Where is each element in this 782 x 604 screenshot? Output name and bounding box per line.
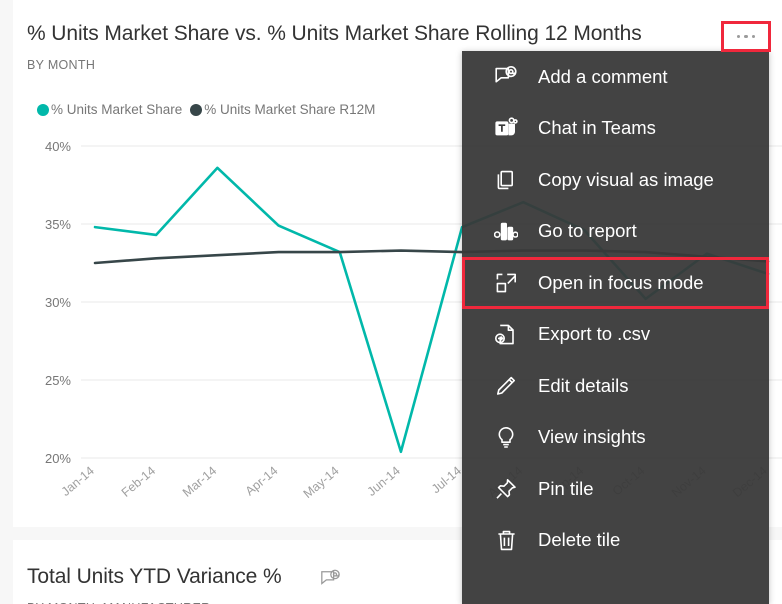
- menu-item-label: Edit details: [538, 377, 629, 396]
- dashboard-page: % Units Market Share vs. % Units Market …: [0, 0, 782, 604]
- menu-item-label: Copy visual as image: [538, 171, 714, 190]
- comment-at-icon: [494, 65, 518, 89]
- trash-icon: [494, 528, 518, 552]
- x-axis-tick-label: Jul-14: [429, 464, 464, 497]
- x-axis-tick-label: Jun-14: [365, 464, 403, 499]
- x-axis-tick-label: May-14: [301, 464, 342, 502]
- menu-item-label: View insights: [538, 428, 646, 447]
- menu-item-open-in-focus-mode[interactable]: Open in focus mode: [462, 257, 769, 309]
- ellipsis-dot: [744, 35, 748, 39]
- legend-swatch-dark: [190, 104, 202, 116]
- export-file-icon: [494, 322, 518, 346]
- comment-at-icon[interactable]: [319, 569, 341, 594]
- menu-item-edit-details[interactable]: Edit details: [462, 360, 769, 412]
- menu-item-delete-tile[interactable]: Delete tile: [462, 515, 769, 567]
- menu-item-label: Export to .csv: [538, 325, 650, 344]
- menu-item-copy-visual-as-image[interactable]: Copy visual as image: [462, 154, 769, 206]
- ellipsis-dot: [752, 35, 756, 39]
- menu-item-label: Delete tile: [538, 531, 620, 550]
- chart-legend: % Units Market Share % Units Market Shar…: [37, 102, 375, 117]
- tile-subtitle: BY MONTH: [27, 58, 95, 72]
- legend-label: % Units Market Share: [51, 102, 182, 117]
- x-axis-tick-label: Mar-14: [180, 464, 219, 500]
- x-axis-tick-label: Feb-14: [119, 464, 158, 500]
- menu-item-chat-in-teams[interactable]: Chat in Teams: [462, 103, 769, 155]
- y-axis-tick-label: 20%: [45, 451, 71, 466]
- chart-y-axis-labels: 20% 25% 30% 35% 40%: [45, 139, 71, 466]
- y-axis-tick-label: 25%: [45, 373, 71, 388]
- more-options-ellipsis-icon[interactable]: [724, 24, 768, 49]
- focus-mode-icon: [494, 271, 518, 295]
- lightbulb-icon: [494, 425, 518, 449]
- menu-item-pin-tile[interactable]: Pin tile: [462, 463, 769, 515]
- tile-title-secondary: Total Units YTD Variance %: [27, 565, 282, 589]
- menu-item-view-insights[interactable]: View insights: [462, 412, 769, 464]
- legend-label: % Units Market Share R12M: [204, 102, 375, 117]
- copy-icon: [494, 168, 518, 192]
- y-axis-tick-label: 35%: [45, 217, 71, 232]
- menu-item-label: Go to report: [538, 222, 637, 241]
- menu-item-go-to-report[interactable]: Go to report: [462, 206, 769, 258]
- page-title: % Units Market Share vs. % Units Market …: [27, 22, 642, 46]
- menu-item-label: Chat in Teams: [538, 119, 656, 138]
- menu-item-export-to-csv[interactable]: Export to .csv: [462, 309, 769, 361]
- menu-item-label: Open in focus mode: [538, 274, 704, 293]
- pin-icon: [494, 477, 518, 501]
- menu-item-add-a-comment[interactable]: Add a comment: [462, 51, 769, 103]
- legend-swatch-teal: [37, 104, 49, 116]
- pencil-icon: [494, 374, 518, 398]
- bar-chart-icon: [494, 219, 518, 243]
- teams-icon: [494, 116, 518, 140]
- menu-item-label: Pin tile: [538, 480, 594, 499]
- legend-item-units-market-share[interactable]: % Units Market Share: [37, 102, 182, 117]
- y-axis-tick-label: 40%: [45, 139, 71, 154]
- tile-context-menu[interactable]: Add a comment Chat in Teams Copy visual …: [462, 51, 769, 604]
- x-axis-tick-label: Apr-14: [243, 464, 281, 499]
- menu-item-label: Add a comment: [538, 68, 668, 87]
- x-axis-tick-label: Jan-14: [59, 464, 97, 499]
- y-axis-tick-label: 30%: [45, 295, 71, 310]
- ellipsis-dot: [737, 35, 741, 39]
- legend-item-units-market-share-r12m[interactable]: % Units Market Share R12M: [190, 102, 375, 117]
